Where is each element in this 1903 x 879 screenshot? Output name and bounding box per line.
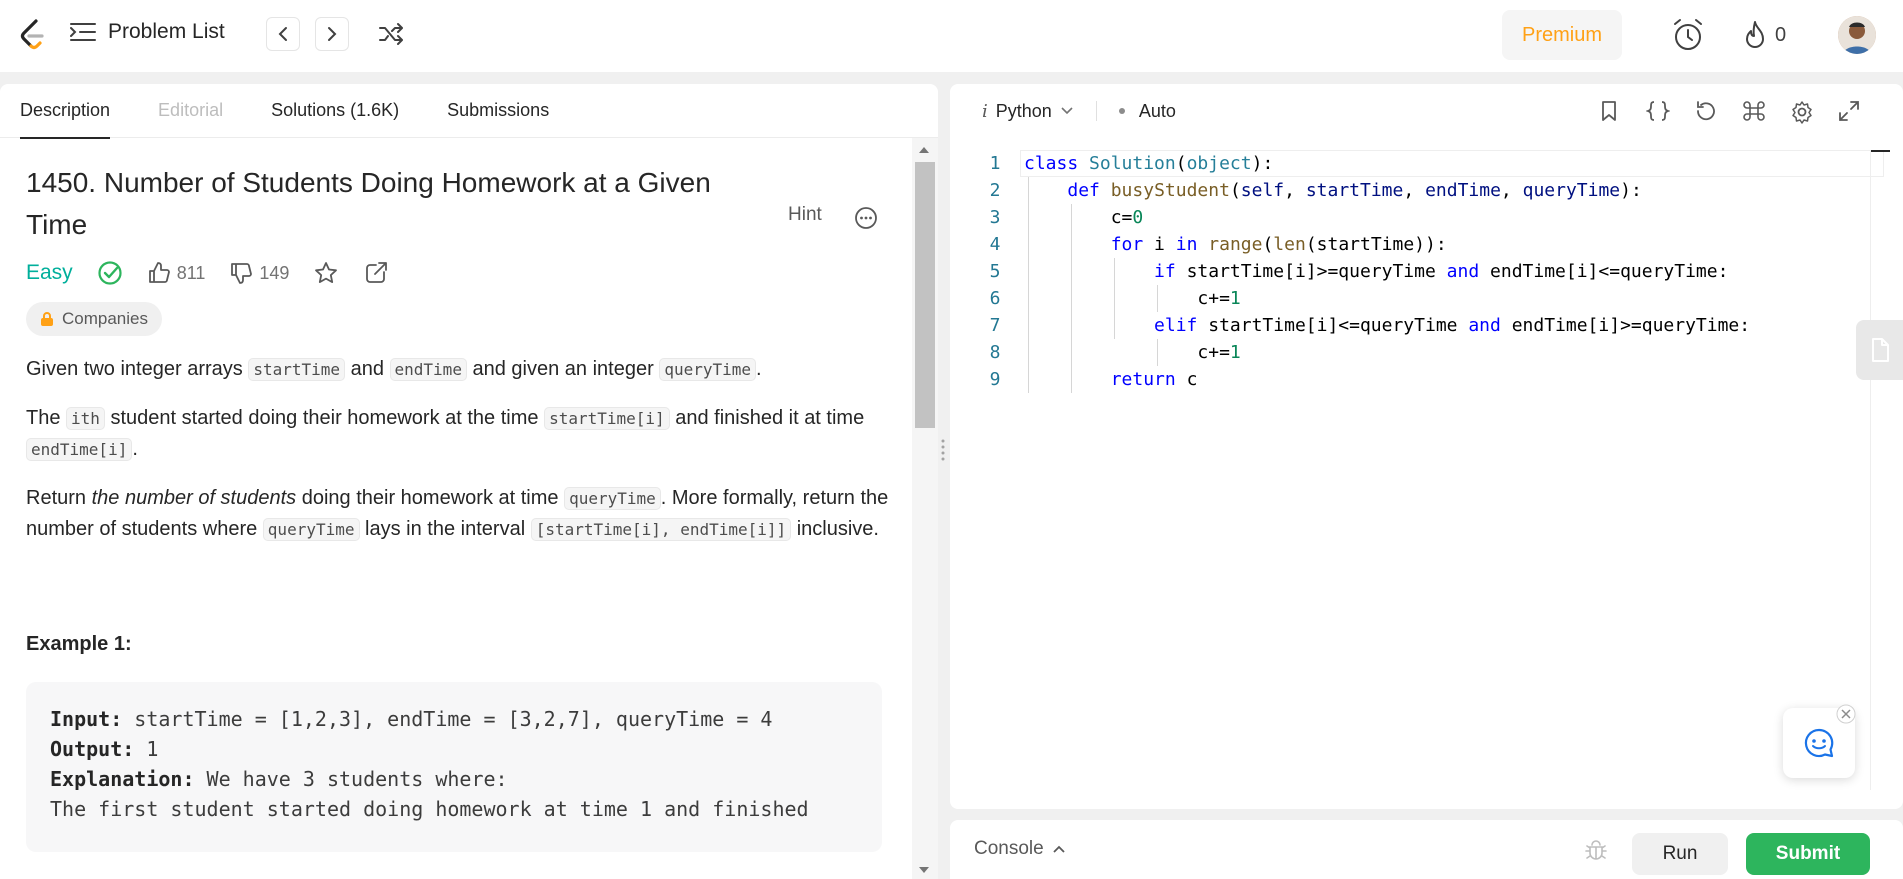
chevron-down-icon bbox=[1061, 107, 1073, 115]
scroll-down-arrow-icon[interactable] bbox=[918, 866, 930, 874]
code-line: 3 c=0 bbox=[989, 207, 1144, 228]
code-lines[interactable]: 1 class Solution(object): 2 def busyStude… bbox=[950, 150, 1903, 393]
leetcode-logo-icon[interactable] bbox=[18, 18, 48, 52]
console-toggle[interactable]: Console bbox=[974, 838, 1066, 860]
code-line: 5 if startTime[i]>=queryTime and endTime… bbox=[989, 261, 1729, 282]
run-button[interactable]: Run bbox=[1632, 833, 1728, 875]
tab-submissions[interactable]: Submissions bbox=[447, 84, 549, 138]
problem-title: 1450. Number of Students Doing Homework … bbox=[26, 167, 711, 240]
lock-icon bbox=[41, 312, 53, 326]
mode-label: Auto bbox=[1138, 100, 1176, 121]
prev-problem-button[interactable] bbox=[266, 17, 300, 51]
tab-description[interactable]: Description bbox=[20, 84, 111, 139]
difficulty-badge: Easy bbox=[26, 261, 73, 284]
example-heading: Example 1: bbox=[26, 633, 132, 655]
settings-gear-icon[interactable] bbox=[1790, 100, 1814, 124]
format-braces-icon[interactable] bbox=[1646, 100, 1670, 122]
dislike-count: 149 bbox=[259, 262, 290, 283]
code-line: 8 c+=1 bbox=[989, 342, 1241, 363]
premium-button[interactable]: Premium bbox=[1502, 10, 1622, 60]
hint-button[interactable]: Hint bbox=[788, 204, 822, 226]
command-shortcut-icon[interactable] bbox=[1742, 100, 1766, 122]
example-block: Input: startTime = [1,2,3], endTime = [3… bbox=[26, 682, 882, 852]
problem-meta: Easy 811 149 bbox=[26, 260, 906, 286]
debug-bug-icon[interactable] bbox=[1584, 838, 1608, 862]
daily-streak[interactable]: 0 bbox=[1743, 20, 1786, 50]
shuffle-icon[interactable] bbox=[378, 22, 404, 46]
scroll-up-arrow-icon[interactable] bbox=[918, 146, 930, 154]
description-paragraph-1: Given two integer arrays startTime and e… bbox=[26, 358, 762, 381]
tab-solutions[interactable]: Solutions (1.6K) bbox=[271, 84, 399, 138]
scrollbar-thumb[interactable] bbox=[915, 162, 935, 428]
description-panel: Description Editorial Solutions (1.6K) S… bbox=[0, 84, 938, 879]
notes-side-tab[interactable] bbox=[1856, 320, 1903, 380]
code-line: 7 elif startTime[i]<=queryTime and endTi… bbox=[989, 315, 1751, 336]
chevron-right-icon bbox=[328, 27, 337, 41]
top-navbar: Problem List Premium 0 bbox=[0, 0, 1903, 72]
fullscreen-icon[interactable] bbox=[1838, 100, 1860, 122]
chevron-up-icon bbox=[1053, 845, 1065, 853]
code-line: 1 class Solution(object): bbox=[989, 153, 1274, 174]
thumbs-down-icon bbox=[231, 263, 253, 284]
code-line: 2 def busyStudent(self, startTime, endTi… bbox=[989, 180, 1642, 201]
thumbs-up-icon bbox=[148, 262, 170, 283]
auto-mode-indicator[interactable]: Auto bbox=[1118, 100, 1176, 122]
companies-label: Companies bbox=[62, 309, 148, 328]
list-icon bbox=[70, 23, 96, 41]
code-line: 6 c+=1 bbox=[989, 288, 1241, 309]
description-paragraph-2: The ith student started doing their home… bbox=[26, 407, 865, 461]
panel-resize-handle[interactable] bbox=[940, 438, 946, 462]
console-label: Console bbox=[974, 838, 1044, 859]
close-chat-icon[interactable] bbox=[1836, 704, 1856, 724]
editor-scrollbar[interactable] bbox=[1870, 150, 1871, 790]
solved-check-icon bbox=[98, 261, 122, 285]
bookmark-icon[interactable] bbox=[1600, 100, 1618, 122]
dislike-button[interactable]: 149 bbox=[229, 261, 289, 285]
alarm-clock-icon[interactable] bbox=[1672, 18, 1704, 52]
chat-smile-icon bbox=[1804, 728, 1834, 758]
problem-tabs: Description Editorial Solutions (1.6K) S… bbox=[0, 84, 938, 139]
language-selector[interactable]: i Python bbox=[982, 101, 1074, 122]
user-avatar[interactable] bbox=[1838, 16, 1876, 54]
status-dot bbox=[1118, 108, 1125, 114]
more-options-icon[interactable] bbox=[854, 206, 878, 230]
next-problem-button[interactable] bbox=[315, 17, 349, 51]
tab-editorial[interactable]: Editorial bbox=[158, 84, 223, 138]
problem-list-label: Problem List bbox=[108, 20, 225, 43]
like-button[interactable]: 811 bbox=[147, 261, 206, 285]
info-icon: i bbox=[982, 100, 988, 122]
reset-code-icon[interactable] bbox=[1694, 100, 1718, 122]
problem-content: 1450. Number of Students Doing Homework … bbox=[26, 138, 906, 852]
chevron-left-icon bbox=[278, 27, 287, 41]
flame-icon bbox=[1746, 21, 1764, 48]
description-paragraph-3: Return the number of students doing thei… bbox=[26, 487, 889, 541]
submit-button[interactable]: Submit bbox=[1746, 833, 1870, 875]
streak-count: 0 bbox=[1775, 23, 1787, 46]
share-icon[interactable] bbox=[363, 260, 389, 286]
note-document-icon bbox=[1871, 338, 1889, 362]
like-count: 811 bbox=[176, 262, 206, 283]
companies-tag[interactable]: Companies bbox=[26, 302, 162, 336]
problem-list-link[interactable]: Problem List bbox=[70, 20, 225, 44]
star-icon[interactable] bbox=[313, 260, 339, 286]
console-bar: Console Run Submit bbox=[950, 820, 1903, 879]
code-line: 4 for i in range(len(startTime)): bbox=[989, 234, 1447, 255]
code-editor-panel: i Python Auto 1 class Solution(object): 2… bbox=[950, 84, 1903, 809]
code-line: 9 return c bbox=[989, 369, 1198, 390]
minimap-marker bbox=[1870, 150, 1890, 152]
language-label: Python bbox=[995, 100, 1052, 121]
